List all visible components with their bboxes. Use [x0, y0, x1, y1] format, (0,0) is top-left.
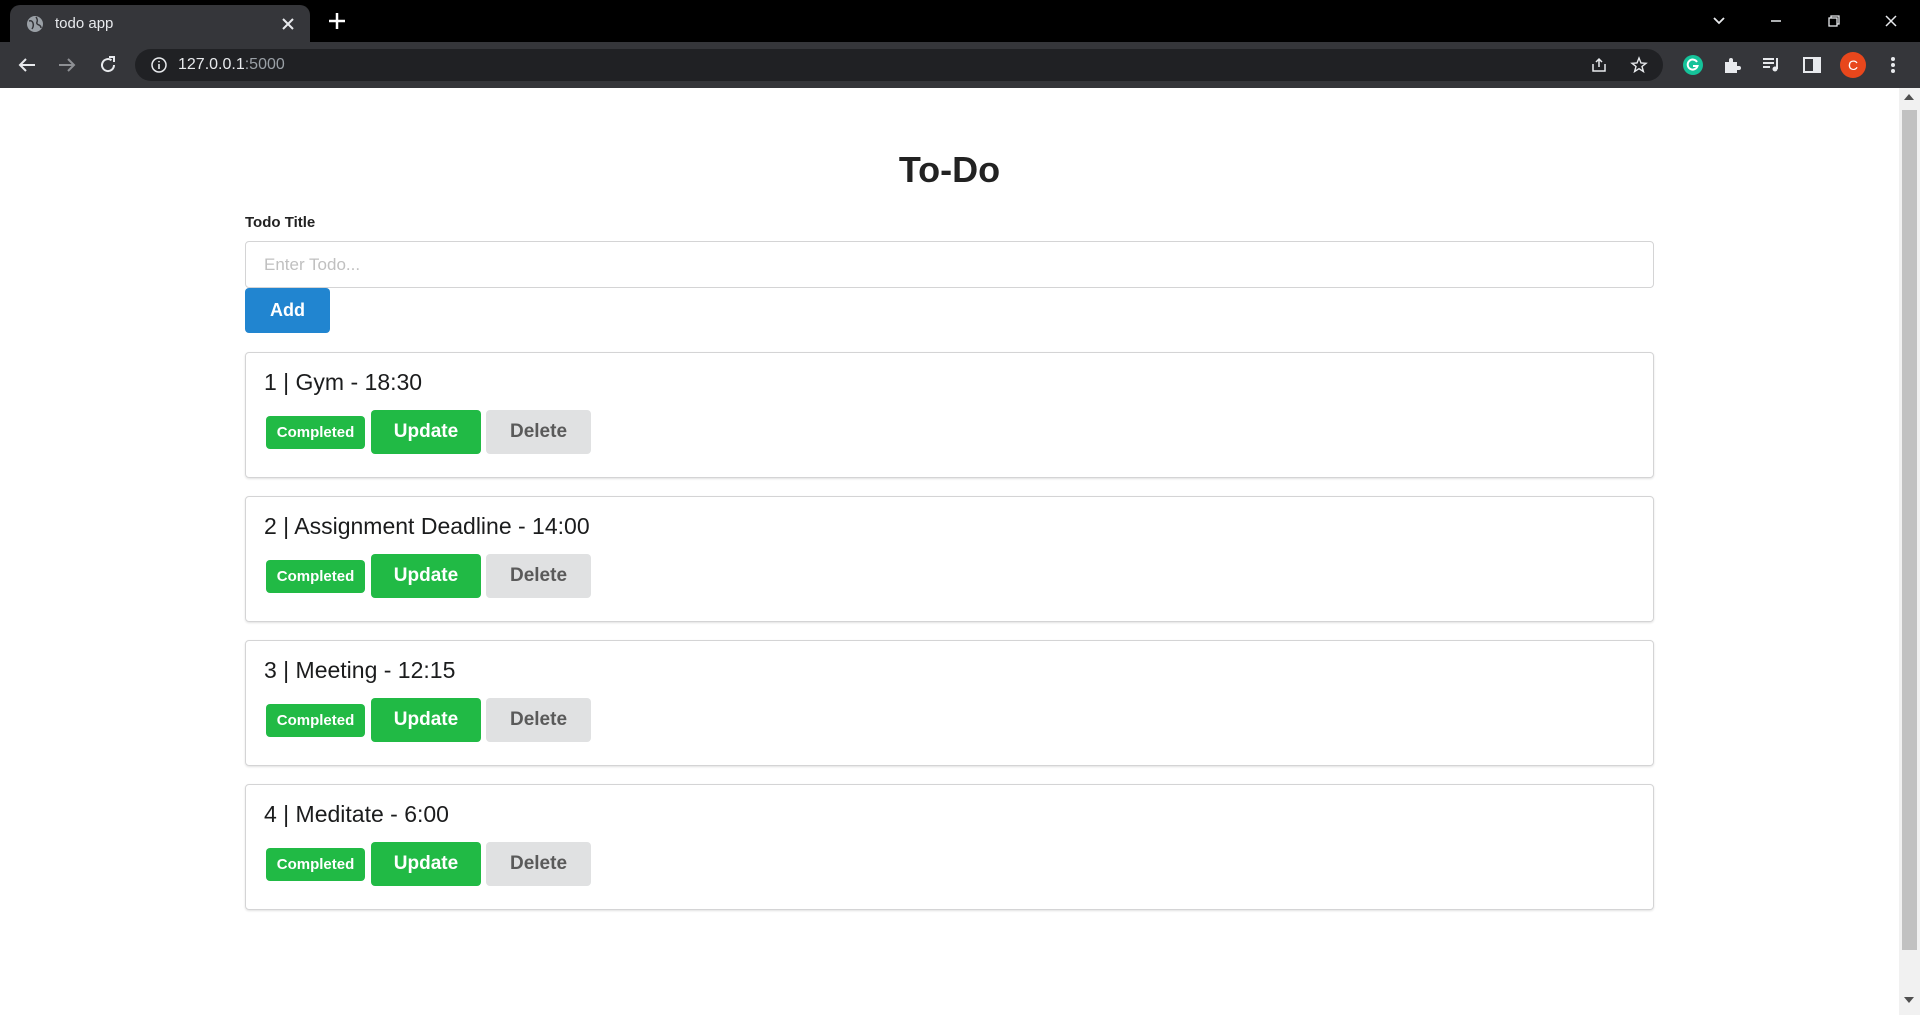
todo-item: 2 | Assignment Deadline - 14:00 Complete… [245, 496, 1654, 622]
share-icon[interactable] [1590, 56, 1608, 74]
url-text: 127.0.0.1:5000 [178, 56, 285, 74]
update-button[interactable]: Update [371, 554, 481, 598]
delete-button[interactable]: Delete [486, 410, 591, 454]
todo-item: 4 | Meditate - 6:00 Completed Update Del… [245, 784, 1654, 910]
page-scrollbar[interactable] [1899, 88, 1920, 1015]
todo-item-text: 2 | Assignment Deadline - 14:00 [264, 513, 590, 539]
close-window-icon[interactable] [1878, 8, 1904, 34]
extensions-icon[interactable] [1720, 53, 1744, 77]
url-host: 127.0.0.1 [178, 56, 245, 73]
bookmark-star-icon[interactable] [1630, 56, 1648, 74]
status-badge: Completed [266, 560, 365, 593]
update-button[interactable]: Update [371, 842, 481, 886]
delete-button[interactable]: Delete [486, 698, 591, 742]
page-content: To-Do Todo Title Add 1 | Gym - 18:30 Com… [245, 88, 1654, 928]
todo-item-text: 3 | Meeting - 12:15 [264, 657, 456, 683]
media-controls-icon[interactable] [1760, 53, 1784, 77]
tab-title: todo app [55, 15, 114, 32]
grammarly-icon[interactable] [1681, 53, 1705, 77]
update-button[interactable]: Update [371, 410, 481, 454]
delete-button[interactable]: Delete [486, 842, 591, 886]
restore-icon[interactable] [1821, 8, 1847, 34]
todo-item-text: 4 | Meditate - 6:00 [264, 801, 449, 827]
todo-item-actions: Completed Update Delete [264, 554, 1635, 598]
todo-item-actions: Completed Update Delete [264, 410, 1635, 454]
status-badge: Completed [266, 848, 365, 881]
todo-title-input[interactable] [245, 241, 1654, 288]
add-button[interactable]: Add [245, 288, 330, 333]
scroll-down-arrow[interactable] [1904, 997, 1914, 1003]
browser-toolbar: 127.0.0.1:5000 C [0, 42, 1920, 88]
close-tab-icon[interactable] [278, 14, 298, 34]
todo-item-actions: Completed Update Delete [264, 842, 1635, 886]
globe-icon [27, 16, 43, 32]
todo-item-text: 1 | Gym - 18:30 [264, 369, 423, 395]
tab-search-icon[interactable] [1706, 8, 1732, 34]
site-info-icon[interactable] [150, 56, 168, 74]
page-title: To-Do [898, 149, 1001, 190]
url-port: :5000 [244, 56, 285, 73]
minimize-icon[interactable] [1763, 8, 1789, 34]
todo-item: 1 | Gym - 18:30 Completed Update Delete [245, 352, 1654, 478]
status-badge: Completed [266, 704, 365, 737]
reload-icon[interactable] [96, 53, 120, 77]
scroll-up-arrow[interactable] [1904, 94, 1914, 100]
address-bar[interactable]: 127.0.0.1:5000 [135, 49, 1663, 81]
todo-title-label: Todo Title [245, 214, 316, 231]
kebab-menu-icon[interactable] [1881, 53, 1905, 77]
side-panel-icon[interactable] [1800, 53, 1824, 77]
forward-icon[interactable] [55, 53, 79, 77]
scrollbar-thumb[interactable] [1902, 110, 1917, 950]
todo-item-actions: Completed Update Delete [264, 698, 1635, 742]
browser-tab-strip: todo app [0, 0, 1920, 42]
browser-tab[interactable]: todo app [10, 5, 310, 42]
update-button[interactable]: Update [371, 698, 481, 742]
status-badge: Completed [266, 416, 365, 449]
new-tab-icon[interactable] [325, 9, 349, 33]
todo-item: 3 | Meeting - 12:15 Completed Update Del… [245, 640, 1654, 766]
profile-avatar[interactable]: C [1840, 52, 1866, 78]
back-icon[interactable] [15, 53, 39, 77]
delete-button[interactable]: Delete [486, 554, 591, 598]
todo-list: 1 | Gym - 18:30 Completed Update Delete … [245, 352, 1654, 910]
